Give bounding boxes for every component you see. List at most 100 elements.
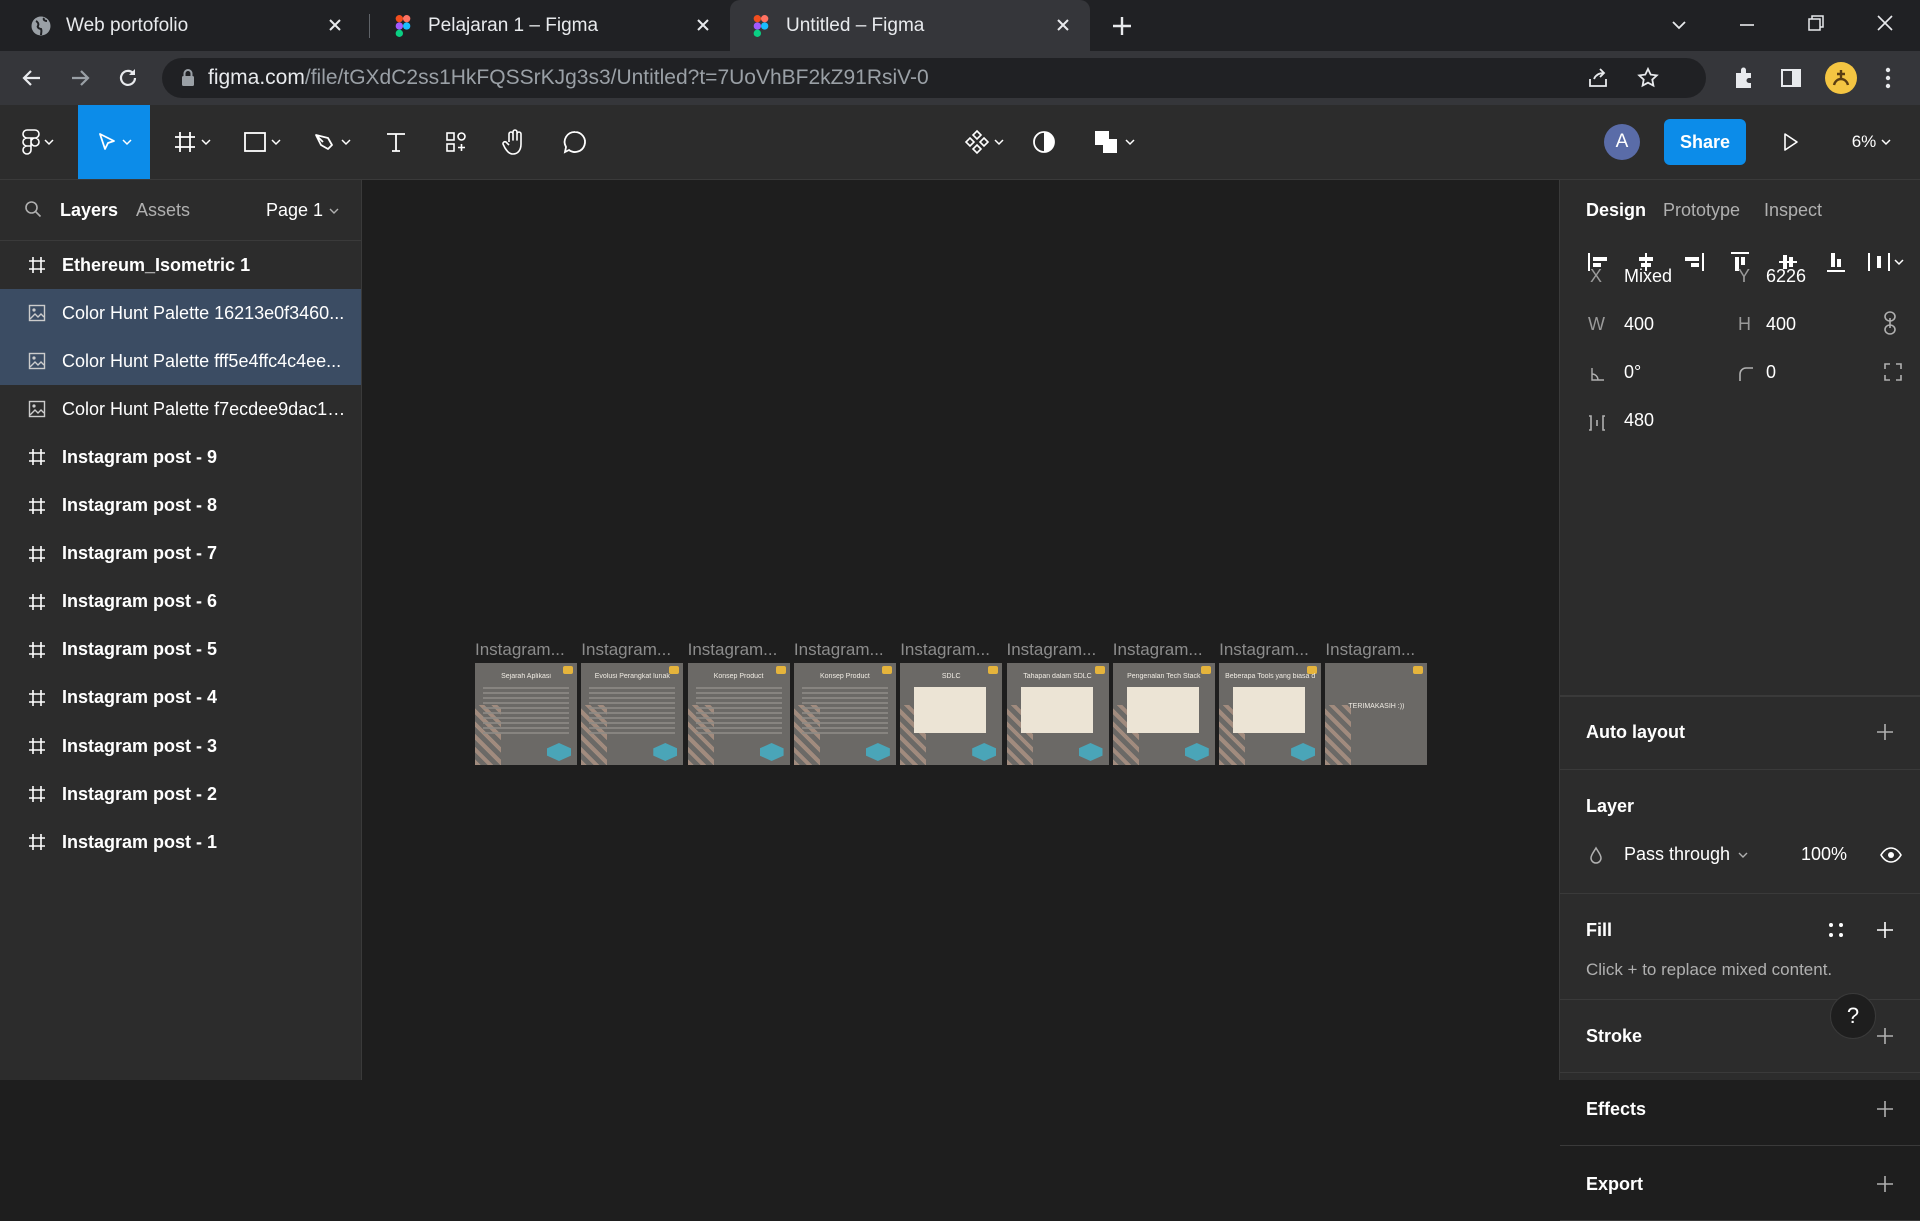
close-window-icon[interactable] — [1874, 12, 1896, 34]
layer-row[interactable]: Instagram post - 7 — [0, 530, 361, 578]
constrain-proportions-icon[interactable] — [1882, 310, 1898, 336]
frame-label[interactable]: Instagram... — [581, 640, 671, 660]
layer-row[interactable]: Instagram post - 1 — [0, 818, 361, 866]
comment-tool-button[interactable] — [555, 105, 595, 179]
corner-radius-field[interactable]: 0 — [1766, 362, 1776, 383]
user-avatar[interactable]: A — [1604, 124, 1640, 160]
close-tab-icon[interactable] — [692, 14, 714, 36]
browser-tab-web-portofolio[interactable]: Web portofolio — [0, 0, 362, 51]
extensions-icon[interactable] — [1731, 65, 1757, 91]
instagram-post-frame[interactable]: SDLC — [900, 663, 1003, 765]
instagram-post-frame[interactable]: Evolusi Perangkat lunak — [581, 663, 684, 765]
frame-label[interactable]: Instagram... — [1113, 640, 1203, 660]
blend-mode-select[interactable]: Pass through — [1624, 844, 1748, 865]
more-menu-icon[interactable] — [1876, 65, 1900, 91]
independent-corners-icon[interactable] — [1883, 362, 1903, 382]
mask-button[interactable] — [1024, 105, 1064, 179]
layer-row[interactable]: Ethereum_Isometric 1 — [0, 241, 361, 289]
move-tool-button[interactable] — [78, 105, 150, 179]
hand-tool-button[interactable] — [495, 105, 535, 179]
layer-row[interactable]: Color Hunt Palette f7ecdee9dac19... — [0, 385, 361, 433]
resources-tool-button[interactable] — [436, 105, 476, 179]
instagram-post-frame[interactable]: Pengenalan Tech Stack — [1112, 663, 1215, 765]
width-field[interactable]: 400 — [1624, 314, 1654, 335]
layer-name: Instagram post - 9 — [62, 446, 218, 467]
present-button[interactable] — [1770, 105, 1810, 179]
shape-tool-button[interactable] — [236, 105, 288, 179]
frame-label[interactable]: Instagram... — [1219, 640, 1309, 660]
height-field[interactable]: 400 — [1766, 314, 1796, 335]
search-icon[interactable] — [24, 200, 42, 218]
frame-label[interactable]: Instagram... — [1325, 640, 1415, 660]
share-page-icon[interactable] — [1586, 67, 1610, 89]
instagram-post-frame[interactable]: Beberapa Tools yang biasa digunakan seor… — [1219, 663, 1322, 765]
layer-row[interactable]: Instagram post - 8 — [0, 482, 361, 530]
minimize-icon[interactable] — [1736, 14, 1758, 36]
browser-tab-untitled[interactable]: Untitled – Figma — [730, 0, 1090, 51]
frame-label[interactable]: Instagram... — [1007, 640, 1097, 660]
layer-name: Instagram post - 6 — [62, 591, 218, 612]
y-field[interactable]: 6226 — [1766, 266, 1806, 287]
tab-assets[interactable]: Assets — [136, 200, 190, 221]
instagram-post-frame[interactable]: Konsep Product — [687, 663, 790, 765]
design-canvas[interactable]: Instagram... Sejarah Aplikasi Instagram...… — [362, 180, 1911, 1080]
instagram-post-frame[interactable]: TERIMAKASIH :)) — [1325, 663, 1428, 765]
styles-grid-icon[interactable] — [1827, 921, 1845, 939]
new-tab-button[interactable] — [1110, 14, 1134, 38]
layer-row[interactable]: Color Hunt Palette fff5e4ffc4c4ee... — [0, 337, 361, 386]
lock-icon[interactable] — [180, 68, 196, 88]
add-export-icon[interactable] — [1875, 1174, 1895, 1194]
instagram-post-frame[interactable]: Konsep Product — [793, 663, 896, 765]
text-tool-button[interactable] — [376, 105, 416, 179]
add-fill-icon[interactable] — [1875, 920, 1895, 940]
layer-row[interactable]: Instagram post - 3 — [0, 722, 361, 770]
rotation-field[interactable]: 0° — [1624, 362, 1641, 383]
layer-row[interactable]: Instagram post - 4 — [0, 674, 361, 722]
instagram-post-frame[interactable]: Sejarah Aplikasi — [475, 663, 577, 765]
page-selector[interactable]: Page 1 — [266, 200, 339, 221]
help-button[interactable]: ? — [1830, 993, 1876, 1039]
tab-inspect[interactable]: Inspect — [1764, 200, 1822, 221]
forward-icon[interactable] — [68, 66, 92, 90]
contrast-mask-icon — [1031, 129, 1057, 155]
instagram-post-frame[interactable]: Tahapan dalam SDLC — [1006, 663, 1109, 765]
frame-label[interactable]: Instagram... — [900, 640, 990, 660]
tab-search-chevron-icon[interactable] — [1668, 14, 1690, 36]
add-effect-icon[interactable] — [1875, 1099, 1895, 1119]
url-field[interactable]: figma.com/file/tGXdC2ss1HkFQSSrKJg3s3/Un… — [162, 58, 1706, 98]
boolean-groups-button[interactable] — [1086, 105, 1142, 179]
add-stroke-icon[interactable] — [1875, 1026, 1895, 1046]
frame-label[interactable]: Instagram... — [475, 640, 565, 660]
tab-design[interactable]: Design — [1586, 200, 1646, 221]
x-field[interactable]: Mixed — [1624, 266, 1672, 287]
frame-label[interactable]: Instagram... — [688, 640, 778, 660]
layer-row[interactable]: Instagram post - 6 — [0, 578, 361, 626]
close-tab-icon[interactable] — [1052, 14, 1074, 36]
share-button[interactable]: Share — [1664, 119, 1746, 165]
restore-icon[interactable] — [1805, 12, 1827, 34]
tab-prototype[interactable]: Prototype — [1663, 200, 1740, 221]
main-menu-button[interactable] — [12, 105, 64, 179]
zoom-menu-button[interactable]: 6% — [1842, 105, 1902, 179]
browser-tab-pelajaran[interactable]: Pelajaran 1 – Figma — [372, 0, 730, 51]
layer-row[interactable]: Instagram post - 9 — [0, 433, 361, 481]
reload-icon[interactable] — [116, 66, 140, 90]
side-panel-icon[interactable] — [1779, 66, 1803, 90]
layer-row[interactable]: Color Hunt Palette 16213e0f3460... — [0, 289, 361, 338]
close-tab-icon[interactable] — [324, 14, 346, 36]
bookmark-star-icon[interactable] — [1636, 66, 1660, 90]
frame-icon — [26, 639, 48, 661]
layer-row[interactable]: Instagram post - 2 — [0, 770, 361, 818]
opacity-field[interactable]: 100% — [1801, 844, 1847, 865]
eye-icon[interactable] — [1880, 846, 1902, 864]
spacing-field[interactable]: 480 — [1624, 410, 1654, 431]
add-auto-layout-icon[interactable] — [1875, 722, 1895, 742]
frame-label[interactable]: Instagram... — [794, 640, 884, 660]
tab-layers[interactable]: Layers — [60, 200, 118, 221]
create-component-button[interactable] — [956, 105, 1012, 179]
layer-row[interactable]: Instagram post - 5 — [0, 626, 361, 674]
pen-tool-button[interactable] — [306, 105, 358, 179]
profile-avatar[interactable] — [1824, 61, 1858, 95]
frame-tool-button[interactable] — [166, 105, 218, 179]
back-icon[interactable] — [20, 66, 44, 90]
